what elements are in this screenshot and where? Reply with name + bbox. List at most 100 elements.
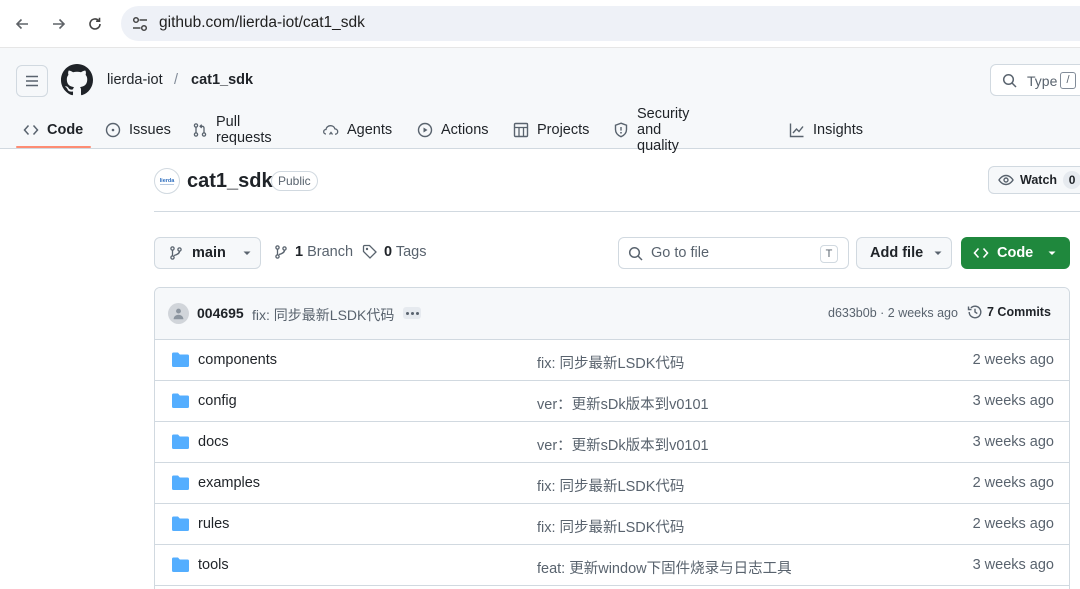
tab-security[interactable]: Security and quality [613,106,689,154]
pull-request-icon [193,122,207,137]
repo-title-row: lierda cat1_sdk Public Watch 0 [154,166,1080,212]
commit-sha-time[interactable]: d633b0b · 2 weeks ago [828,306,958,320]
file-commit-message[interactable]: fix: 同步最新LSDK代码 [537,516,684,537]
github-header: lierda-iot / cat1_sdk Type / Code Issues… [0,48,1080,154]
arrow-left-icon [15,18,28,30]
code-icon [973,247,989,259]
back-button[interactable] [9,11,35,37]
chevron-down-icon [934,251,942,255]
arrow-right-icon [53,18,66,30]
table-icon [513,122,529,137]
breadcrumb-separator: / [174,72,179,88]
file-name[interactable]: docs [198,434,229,450]
watch-label: Watch [1020,173,1058,187]
file-name[interactable]: components [198,352,277,368]
tab-label: Insights [813,121,863,138]
svg-text:lierda: lierda [160,178,176,184]
code-icon [23,124,39,135]
table-row[interactable]: rules fix: 同步最新LSDK代码 2 weeks ago [155,504,1069,545]
chevron-down-icon [1048,251,1056,255]
graph-icon [789,123,804,137]
tab-actions[interactable]: Actions [417,110,489,149]
tag-icon [362,244,377,259]
shield-icon [614,121,628,137]
table-row[interactable]: components fix: 同步最新LSDK代码 2 weeks ago [155,340,1069,381]
file-name[interactable]: tools [198,557,229,573]
tune-icon[interactable] [131,15,149,33]
reload-icon [89,17,101,30]
folder-icon [172,475,189,490]
agents-icon [323,124,339,135]
repo-owner-avatar[interactable]: lierda [154,168,180,194]
folder-icon [172,352,189,367]
repo-name[interactable]: cat1_sdk [187,170,273,193]
file-age: 2 weeks ago [972,516,1054,532]
file-name[interactable]: examples [198,475,260,491]
file-commit-message[interactable]: fix: 同步最新LSDK代码 [537,475,684,496]
branch-name: main [192,245,226,261]
table-row[interactable]: docs ver：更新sDk版本到v0101 3 weeks ago [155,422,1069,463]
file-commit-message[interactable]: ver：更新sDk版本到v0101 [537,393,709,414]
url-text: github.com/lierda-iot/cat1_sdk [159,14,365,31]
table-row[interactable]: tools feat: 更新window下固件烧录与日志工具 3 weeks a… [155,545,1069,586]
commit-author[interactable]: 004695 [197,305,244,321]
hamburger-icon [26,75,38,87]
watch-button[interactable]: Watch 0 [988,166,1080,194]
avatar[interactable] [168,303,189,324]
branch-count: 1 [295,244,304,260]
browser-toolbar: github.com/lierda-iot/cat1_sdk [0,0,1080,48]
add-file-button[interactable]: Add file [856,237,952,269]
github-logo-icon[interactable] [61,64,93,96]
branches-link[interactable]: 1 Branch [273,244,353,260]
go-to-file-search[interactable]: T [618,237,849,269]
file-commit-message[interactable]: ver：更新sDk版本到v0101 [537,434,709,455]
tab-insights[interactable]: Insights [789,110,863,149]
git-branch-icon [275,245,287,259]
table-row[interactable]: config ver：更新sDk版本到v0101 3 weeks ago [155,381,1069,422]
file-name[interactable]: config [198,393,237,409]
address-bar[interactable]: github.com/lierda-iot/cat1_sdk [121,6,1080,41]
search-button[interactable]: Type / [990,64,1080,96]
breadcrumb-owner[interactable]: lierda-iot [107,72,163,88]
commit-message[interactable]: fix: 同步最新LSDK代码 [252,305,394,325]
tab-agents[interactable]: Agents [323,110,392,149]
user-icon [173,308,184,320]
add-file-label: Add file [870,245,924,261]
forward-button[interactable] [46,11,72,37]
tag-label: Tags [395,244,427,260]
tab-label: Projects [537,121,590,138]
folder-icon [172,557,189,572]
menu-button[interactable] [16,65,48,97]
commits-count: 7 Commits [987,305,1051,319]
file-browser: 004695 fix: 同步最新LSDK代码 d633b0b · 2 weeks… [154,287,1070,589]
tab-pull-requests[interactable]: Pull requests [192,110,272,149]
ellipsis-icon[interactable] [403,307,421,319]
tag-count: 0 [384,244,393,260]
eye-icon [998,174,1014,186]
folder-icon [172,516,189,531]
go-to-file-input[interactable] [651,243,811,263]
chevron-down-icon [243,251,251,255]
file-age: 3 weeks ago [972,434,1054,450]
file-commit-message[interactable]: fix: 同步最新LSDK代码 [537,352,684,373]
code-button[interactable]: Code [961,237,1070,269]
commits-link[interactable]: 7 Commits [967,304,1051,320]
tab-issues[interactable]: Issues [105,110,171,149]
table-row[interactable]: examples fix: 同步最新LSDK代码 2 weeks ago [155,463,1069,504]
visibility-badge: Public [271,171,318,191]
tab-label: Agents [347,121,393,138]
search-shortcut: / [1060,72,1076,89]
tags-link[interactable]: 0 Tags [362,244,427,260]
file-name[interactable]: rules [198,516,229,532]
branch-selector[interactable]: main [154,237,261,269]
tab-projects[interactable]: Projects [513,110,589,149]
play-icon [417,122,433,137]
git-branch-icon [170,246,182,260]
file-commit-message[interactable]: feat: 更新window下固件烧录与日志工具 [537,557,792,578]
breadcrumb-repo[interactable]: cat1_sdk [191,72,253,88]
search-icon [1002,73,1017,88]
go-to-file-shortcut: T [820,245,838,263]
reload-button[interactable] [82,11,108,37]
tab-code[interactable]: Code [23,110,83,149]
search-label: Type [1027,73,1058,89]
